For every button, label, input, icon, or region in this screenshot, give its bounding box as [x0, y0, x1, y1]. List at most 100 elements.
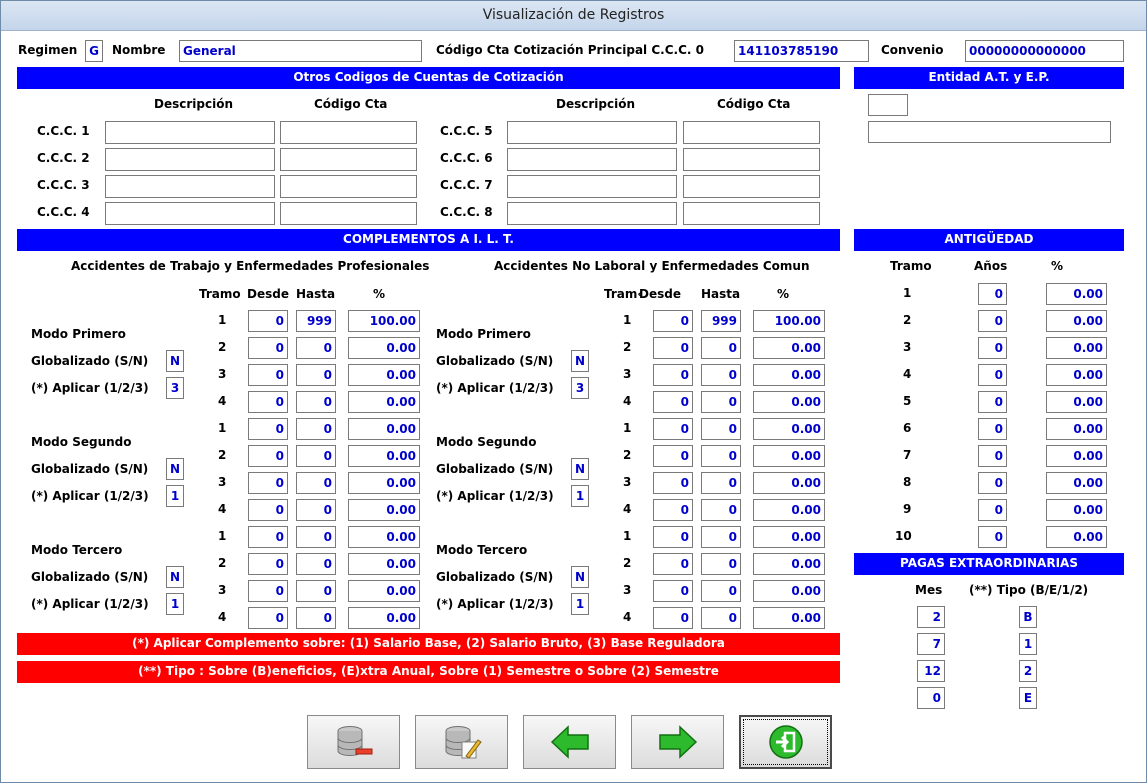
delete-record-button[interactable]	[307, 715, 400, 769]
desde-field[interactable]: 0	[248, 553, 288, 575]
convenio-field[interactable]: 00000000000000	[965, 40, 1124, 62]
hasta-field[interactable]: 999	[296, 310, 336, 332]
paga-tipo-field[interactable]: 2	[1019, 660, 1037, 682]
ccc-principal-field[interactable]: 141103785190	[734, 40, 869, 62]
hasta-field[interactable]: 0	[296, 391, 336, 413]
entidad-name-field[interactable]	[868, 121, 1111, 143]
desde-field[interactable]: 0	[248, 391, 288, 413]
pct-field[interactable]: 0.00	[348, 445, 420, 467]
hasta-field[interactable]: 0	[296, 472, 336, 494]
hasta-field[interactable]: 0	[701, 553, 741, 575]
antig-anos-field[interactable]: 0	[978, 391, 1007, 413]
desde-field[interactable]: 0	[248, 337, 288, 359]
aplicar-field[interactable]: 3	[571, 377, 589, 399]
antig-pct-field[interactable]: 0.00	[1046, 526, 1107, 548]
desde-field[interactable]: 0	[653, 310, 693, 332]
hasta-field[interactable]: 999	[701, 310, 741, 332]
paga-tipo-field[interactable]: 1	[1019, 633, 1037, 655]
pct-field[interactable]: 100.00	[753, 310, 825, 332]
pct-field[interactable]: 0.00	[348, 364, 420, 386]
paga-tipo-field[interactable]: E	[1019, 687, 1037, 709]
ccc-codigo-field[interactable]	[280, 175, 417, 198]
entidad-code-field[interactable]	[868, 94, 908, 116]
ccc-codigo-field[interactable]	[683, 121, 820, 144]
pct-field[interactable]: 0.00	[348, 580, 420, 602]
paga-tipo-field[interactable]: B	[1019, 606, 1037, 628]
desde-field[interactable]: 0	[653, 472, 693, 494]
antig-pct-field[interactable]: 0.00	[1046, 283, 1107, 305]
antig-anos-field[interactable]: 0	[978, 283, 1007, 305]
globalizado-field[interactable]: N	[571, 350, 589, 372]
pct-field[interactable]: 0.00	[348, 553, 420, 575]
globalizado-field[interactable]: N	[166, 458, 184, 480]
ccc-codigo-field[interactable]	[280, 148, 417, 171]
hasta-field[interactable]: 0	[701, 337, 741, 359]
ccc-descripcion-field[interactable]	[105, 202, 275, 225]
ccc-descripcion-field[interactable]	[507, 202, 677, 225]
antig-anos-field[interactable]: 0	[978, 310, 1007, 332]
antig-anos-field[interactable]: 0	[978, 418, 1007, 440]
aplicar-field[interactable]: 1	[571, 593, 589, 615]
desde-field[interactable]: 0	[653, 391, 693, 413]
pct-field[interactable]: 0.00	[753, 472, 825, 494]
hasta-field[interactable]: 0	[701, 364, 741, 386]
pct-field[interactable]: 0.00	[348, 337, 420, 359]
pct-field[interactable]: 0.00	[348, 526, 420, 548]
antig-pct-field[interactable]: 0.00	[1046, 418, 1107, 440]
paga-mes-field[interactable]: 12	[917, 660, 945, 682]
antig-pct-field[interactable]: 0.00	[1046, 472, 1107, 494]
pct-field[interactable]: 0.00	[753, 337, 825, 359]
desde-field[interactable]: 0	[653, 580, 693, 602]
globalizado-field[interactable]: N	[571, 458, 589, 480]
ccc-descripcion-field[interactable]	[105, 121, 275, 144]
antig-anos-field[interactable]: 0	[978, 472, 1007, 494]
pct-field[interactable]: 0.00	[753, 445, 825, 467]
desde-field[interactable]: 0	[653, 553, 693, 575]
pct-field[interactable]: 0.00	[753, 580, 825, 602]
aplicar-field[interactable]: 1	[571, 485, 589, 507]
hasta-field[interactable]: 0	[701, 472, 741, 494]
pct-field[interactable]: 100.00	[348, 310, 420, 332]
ccc-codigo-field[interactable]	[280, 202, 417, 225]
antig-anos-field[interactable]: 0	[978, 364, 1007, 386]
aplicar-field[interactable]: 1	[166, 593, 184, 615]
desde-field[interactable]: 0	[653, 364, 693, 386]
hasta-field[interactable]: 0	[296, 418, 336, 440]
ccc-codigo-field[interactable]	[683, 202, 820, 225]
next-record-button[interactable]	[631, 715, 724, 769]
desde-field[interactable]: 0	[653, 499, 693, 521]
pct-field[interactable]: 0.00	[753, 553, 825, 575]
ccc-descripcion-field[interactable]	[105, 148, 275, 171]
desde-field[interactable]: 0	[248, 526, 288, 548]
previous-record-button[interactable]	[523, 715, 616, 769]
antig-pct-field[interactable]: 0.00	[1046, 364, 1107, 386]
paga-mes-field[interactable]: 2	[917, 606, 945, 628]
ccc-descripcion-field[interactable]	[507, 148, 677, 171]
hasta-field[interactable]: 0	[296, 607, 336, 629]
desde-field[interactable]: 0	[248, 499, 288, 521]
desde-field[interactable]: 0	[653, 526, 693, 548]
hasta-field[interactable]: 0	[296, 337, 336, 359]
hasta-field[interactable]: 0	[296, 364, 336, 386]
antig-anos-field[interactable]: 0	[978, 526, 1007, 548]
hasta-field[interactable]: 0	[296, 445, 336, 467]
hasta-field[interactable]: 0	[701, 391, 741, 413]
pct-field[interactable]: 0.00	[753, 364, 825, 386]
desde-field[interactable]: 0	[653, 418, 693, 440]
desde-field[interactable]: 0	[248, 472, 288, 494]
pct-field[interactable]: 0.00	[753, 499, 825, 521]
aplicar-field[interactable]: 3	[166, 377, 184, 399]
nombre-field[interactable]: General	[179, 40, 422, 62]
edit-record-button[interactable]	[415, 715, 508, 769]
antig-pct-field[interactable]: 0.00	[1046, 310, 1107, 332]
desde-field[interactable]: 0	[653, 445, 693, 467]
antig-pct-field[interactable]: 0.00	[1046, 499, 1107, 521]
pct-field[interactable]: 0.00	[348, 607, 420, 629]
pct-field[interactable]: 0.00	[348, 472, 420, 494]
paga-mes-field[interactable]: 7	[917, 633, 945, 655]
pct-field[interactable]: 0.00	[348, 499, 420, 521]
desde-field[interactable]: 0	[653, 337, 693, 359]
pct-field[interactable]: 0.00	[753, 607, 825, 629]
ccc-codigo-field[interactable]	[683, 148, 820, 171]
aplicar-field[interactable]: 1	[166, 485, 184, 507]
